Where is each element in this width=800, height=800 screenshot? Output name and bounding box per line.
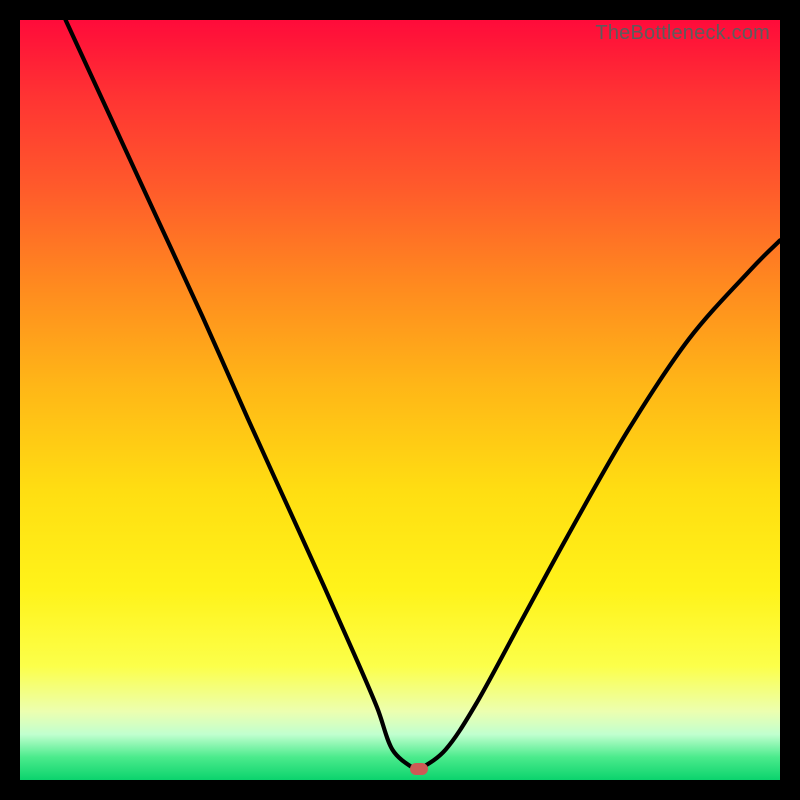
bottleneck-curve: [20, 20, 780, 780]
plot-area: TheBottleneck.com: [20, 20, 780, 780]
chart-frame: TheBottleneck.com: [0, 0, 800, 800]
minimum-marker: [410, 763, 428, 775]
